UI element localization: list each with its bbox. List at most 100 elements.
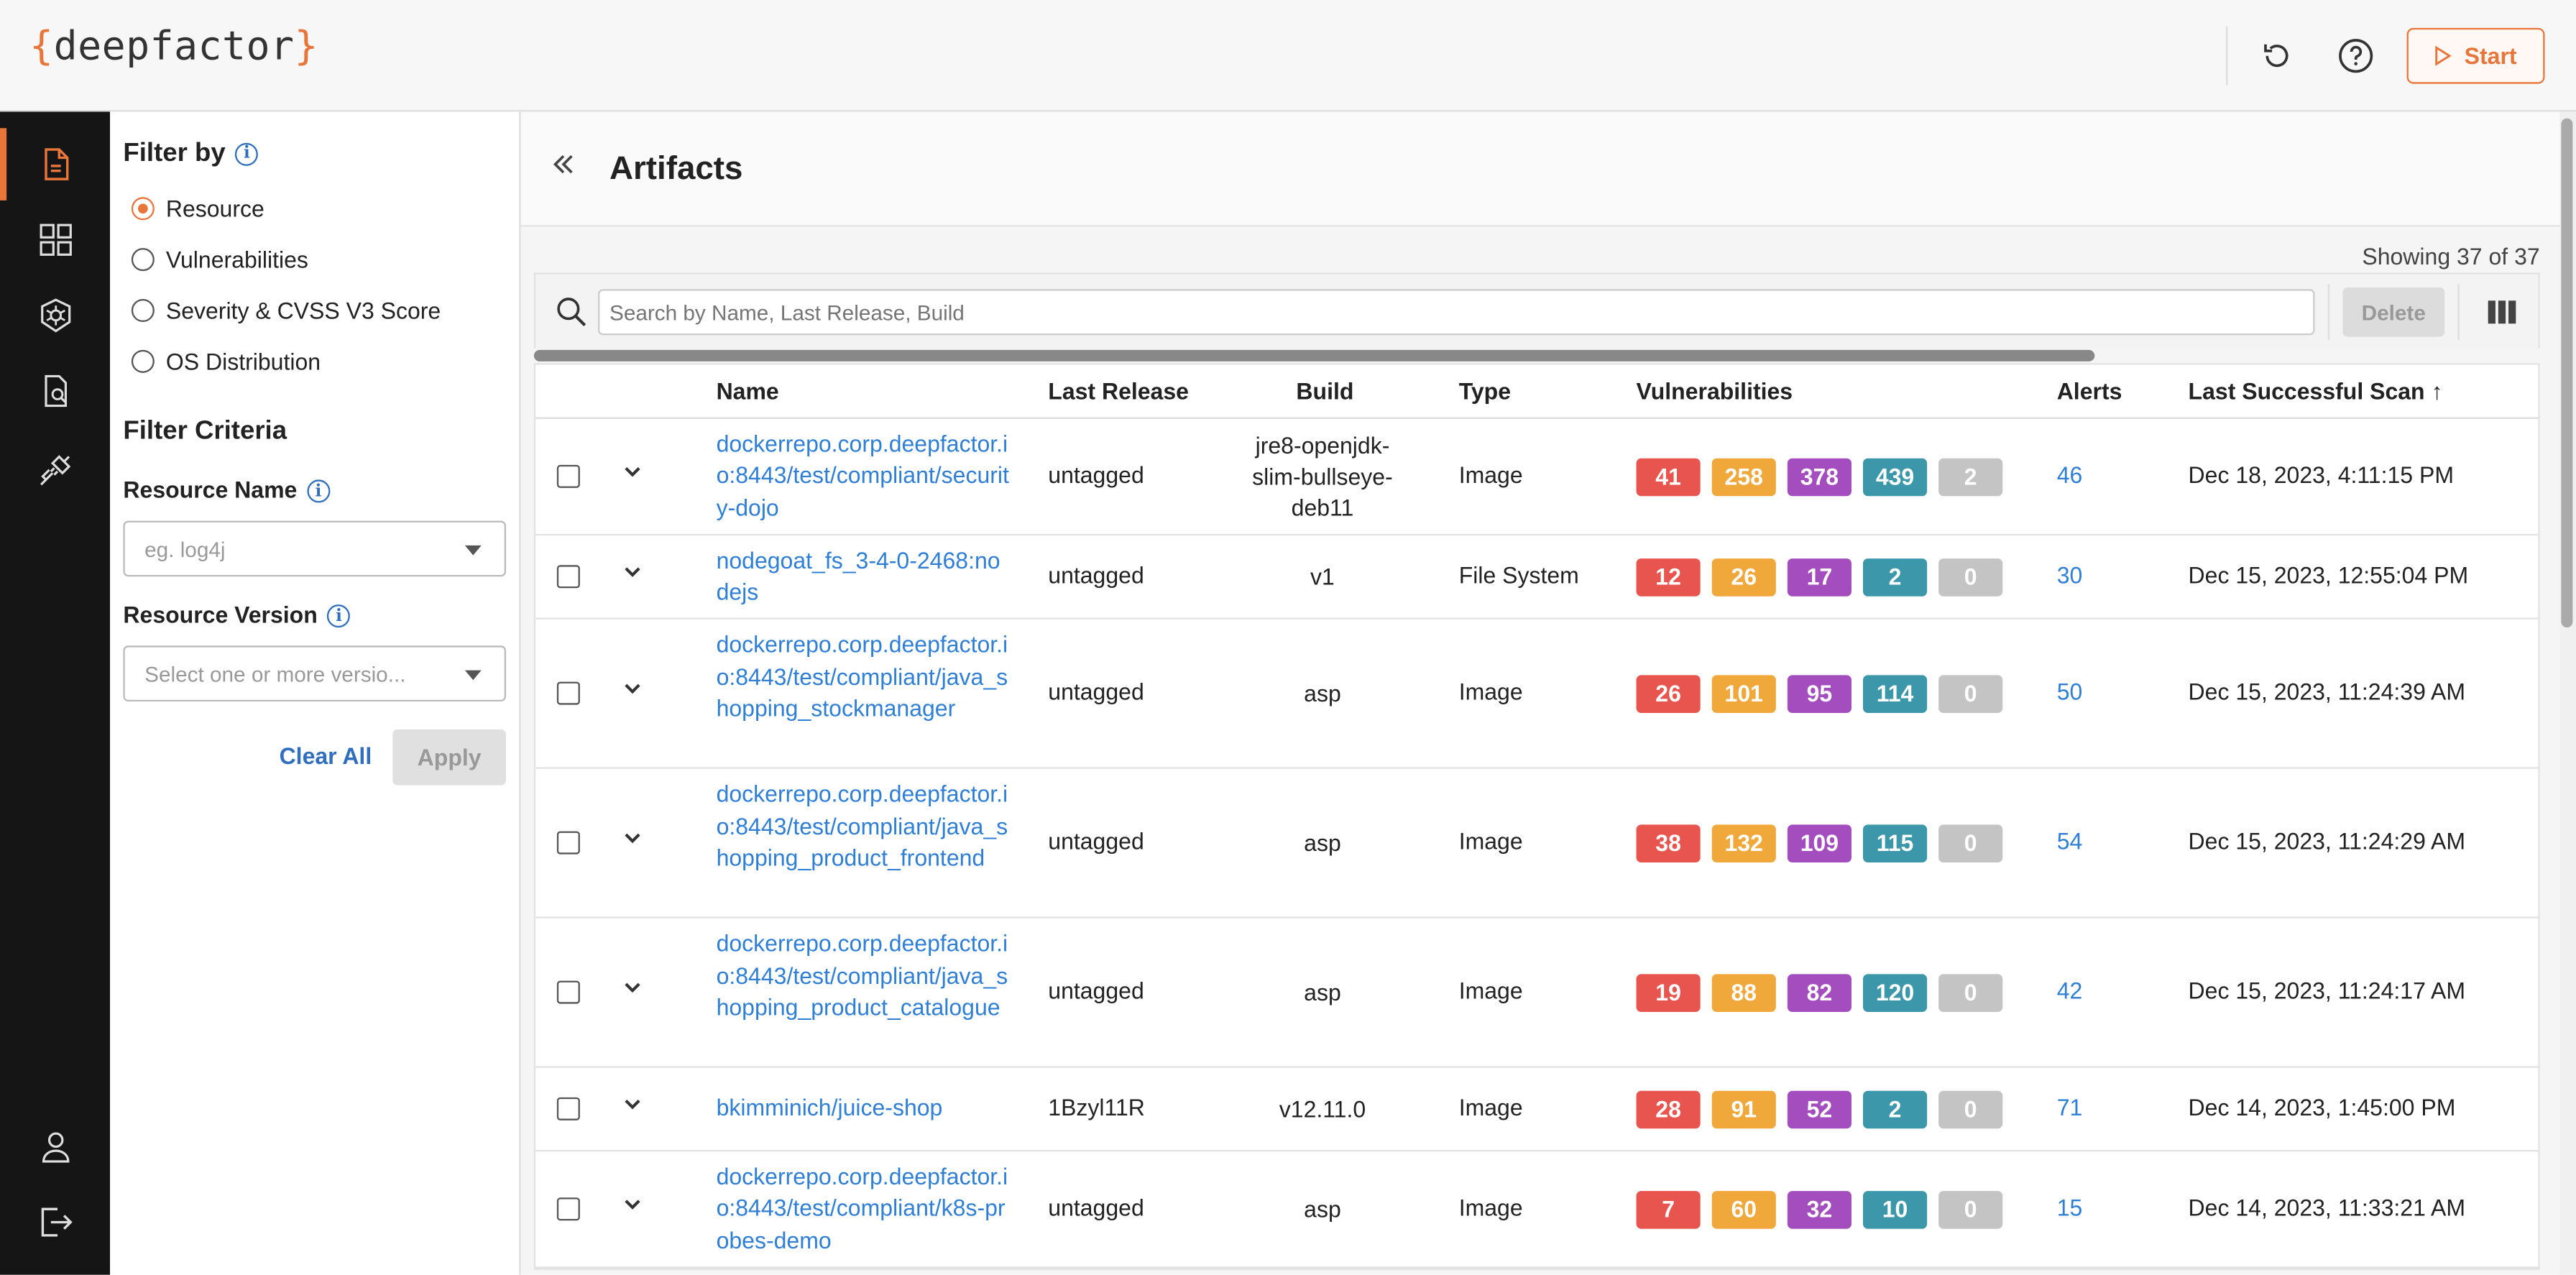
horizontal-scrollbar[interactable]	[533, 349, 2095, 362]
alerts-link[interactable]: 71	[2057, 1094, 2083, 1120]
radio-selected[interactable]	[131, 197, 155, 221]
vuln-count-badge[interactable]: 28	[1636, 1090, 1701, 1128]
help-icon[interactable]	[2336, 36, 2375, 75]
table-row[interactable]: dockerrepo.corp.deepfactor.io:8443/test/…	[535, 1151, 2539, 1269]
table-row[interactable]: bkimminich/juice-shop 1Bzyl11R v12.11.0 Ima…	[535, 1068, 2539, 1152]
vuln-count-badge[interactable]: 101	[1711, 674, 1776, 712]
vuln-count-badge[interactable]: 0	[1938, 973, 2003, 1011]
clear-all-button[interactable]: Clear All	[280, 742, 372, 769]
vuln-count-badge[interactable]: 19	[1636, 973, 1701, 1011]
nav-dashboard[interactable]	[0, 203, 110, 276]
nav-logout[interactable]	[0, 1186, 110, 1258]
vuln-count-badge[interactable]: 0	[1938, 1090, 2003, 1128]
vuln-count-badge[interactable]: 17	[1787, 557, 1852, 596]
vuln-count-badge[interactable]: 2	[1862, 557, 1928, 596]
row-checkbox[interactable]	[556, 565, 580, 589]
filter-option-os[interactable]: OS Distribution	[131, 349, 321, 374]
vuln-count-badge[interactable]: 132	[1711, 824, 1776, 862]
vuln-count-badge[interactable]: 2	[1862, 1090, 1928, 1128]
nav-artifacts[interactable]	[0, 128, 110, 201]
row-checkbox[interactable]	[556, 681, 580, 705]
apply-button[interactable]: Apply	[392, 729, 506, 786]
alerts-link[interactable]: 30	[2057, 562, 2083, 589]
vuln-count-badge[interactable]: 38	[1636, 824, 1701, 862]
delete-button[interactable]: Delete	[2342, 287, 2445, 337]
alerts-link[interactable]: 15	[2057, 1195, 2083, 1221]
col-last-scan[interactable]: Last Successful Scan ↑	[2189, 378, 2443, 405]
vuln-count-badge[interactable]: 88	[1711, 973, 1776, 1011]
vuln-count-badge[interactable]: 41	[1636, 457, 1701, 496]
vuln-count-badge[interactable]: 0	[1938, 674, 2003, 712]
table-row[interactable]: dockerrepo.corp.deepfactor.io:8443/test/…	[535, 769, 2539, 919]
search-input[interactable]	[597, 289, 2315, 336]
nav-reports[interactable]	[0, 355, 110, 428]
radio[interactable]	[131, 349, 155, 373]
table-row[interactable]: dockerrepo.corp.deepfactor.io:8443/test/…	[535, 419, 2539, 536]
artifact-name-link[interactable]: dockerrepo.corp.deepfactor.io:8443/test/…	[717, 428, 1012, 525]
radio[interactable]	[131, 248, 155, 272]
chevron-down-icon[interactable]	[622, 678, 642, 698]
nav-integrations[interactable]	[0, 433, 110, 506]
filter-option-severity[interactable]: Severity & CVSS V3 Score	[131, 298, 441, 323]
artifact-name-link[interactable]: bkimminich/juice-shop	[717, 1093, 1012, 1126]
artifact-name-link[interactable]: nodegoat_fs_3-4-0-2468:nodejs	[717, 545, 1012, 609]
alerts-link[interactable]: 46	[2057, 461, 2083, 488]
row-checkbox[interactable]	[556, 831, 580, 855]
chevron-down-icon[interactable]	[622, 1094, 642, 1113]
vertical-scrollbar[interactable]	[2559, 111, 2576, 1275]
collapse-panel-icon[interactable]	[551, 151, 577, 185]
col-type[interactable]: Type	[1459, 378, 1511, 405]
row-checkbox[interactable]	[556, 1097, 580, 1120]
vuln-count-badge[interactable]: 115	[1862, 824, 1928, 862]
columns-icon[interactable]	[2488, 299, 2517, 333]
vuln-count-badge[interactable]: 10	[1862, 1189, 1928, 1228]
vuln-count-badge[interactable]: 0	[1938, 1189, 2003, 1228]
alerts-link[interactable]: 42	[2057, 977, 2083, 1004]
table-row[interactable]: dockerrepo.corp.deepfactor.io:8443/test/…	[535, 620, 2539, 769]
col-build[interactable]: Build	[1296, 378, 1353, 405]
alerts-link[interactable]: 50	[2057, 678, 2083, 705]
logo[interactable]: {deepfactor}	[29, 23, 318, 69]
chevron-down-icon[interactable]	[622, 562, 642, 581]
scrollbar-thumb[interactable]	[2561, 118, 2573, 628]
table-row[interactable]: nodegoat_fs_3-4-0-2468:nodejs untagged v1 F…	[535, 535, 2539, 620]
info-icon[interactable]: i	[235, 142, 259, 166]
vuln-count-badge[interactable]: 378	[1787, 457, 1852, 496]
vuln-count-badge[interactable]: 60	[1711, 1189, 1776, 1228]
artifact-name-link[interactable]: dockerrepo.corp.deepfactor.io:8443/test/…	[717, 629, 1012, 725]
vuln-count-badge[interactable]: 82	[1787, 973, 1852, 1011]
resource-name-select[interactable]: eg. log4j	[123, 520, 506, 577]
artifact-name-link[interactable]: dockerrepo.corp.deepfactor.io:8443/test/…	[717, 928, 1012, 1024]
vuln-count-badge[interactable]: 52	[1787, 1090, 1852, 1128]
vuln-count-badge[interactable]: 12	[1636, 557, 1701, 596]
vuln-count-badge[interactable]: 95	[1787, 674, 1852, 712]
resource-version-select[interactable]: Select one or more versio...	[123, 645, 506, 701]
artifact-name-link[interactable]: dockerrepo.corp.deepfactor.io:8443/test/…	[717, 1161, 1012, 1257]
vuln-count-badge[interactable]: 2	[1938, 457, 2003, 496]
vuln-count-badge[interactable]: 114	[1862, 674, 1928, 712]
col-name[interactable]: Name	[717, 378, 779, 405]
info-icon[interactable]: i	[327, 604, 351, 628]
start-button[interactable]: Start	[2406, 27, 2545, 84]
chevron-down-icon[interactable]	[622, 828, 642, 847]
table-row[interactable]: dockerrepo.corp.deepfactor.io:8443/test/…	[535, 919, 2539, 1068]
col-vulnerabilities[interactable]: Vulnerabilities	[1637, 378, 1793, 405]
nav-profile[interactable]	[0, 1110, 110, 1183]
nav-kubernetes[interactable]	[0, 280, 110, 352]
vuln-count-badge[interactable]: 91	[1711, 1090, 1776, 1128]
vuln-count-badge[interactable]: 439	[1862, 457, 1928, 496]
chevron-down-icon[interactable]	[622, 461, 642, 481]
vuln-count-badge[interactable]: 26	[1711, 557, 1776, 596]
vuln-count-badge[interactable]: 26	[1636, 674, 1701, 712]
vuln-count-badge[interactable]: 7	[1636, 1189, 1701, 1228]
row-checkbox[interactable]	[556, 464, 580, 488]
info-icon[interactable]: i	[307, 480, 331, 504]
vuln-count-badge[interactable]: 32	[1787, 1189, 1852, 1228]
col-alerts[interactable]: Alerts	[2057, 378, 2122, 405]
vuln-count-badge[interactable]: 0	[1938, 824, 2003, 862]
vuln-count-badge[interactable]: 120	[1862, 973, 1928, 1011]
vuln-count-badge[interactable]: 0	[1938, 557, 2003, 596]
artifact-name-link[interactable]: dockerrepo.corp.deepfactor.io:8443/test/…	[717, 778, 1012, 875]
filter-option-vulnerabilities[interactable]: Vulnerabilities	[131, 247, 308, 272]
filter-option-resource[interactable]: Resource	[131, 195, 264, 222]
